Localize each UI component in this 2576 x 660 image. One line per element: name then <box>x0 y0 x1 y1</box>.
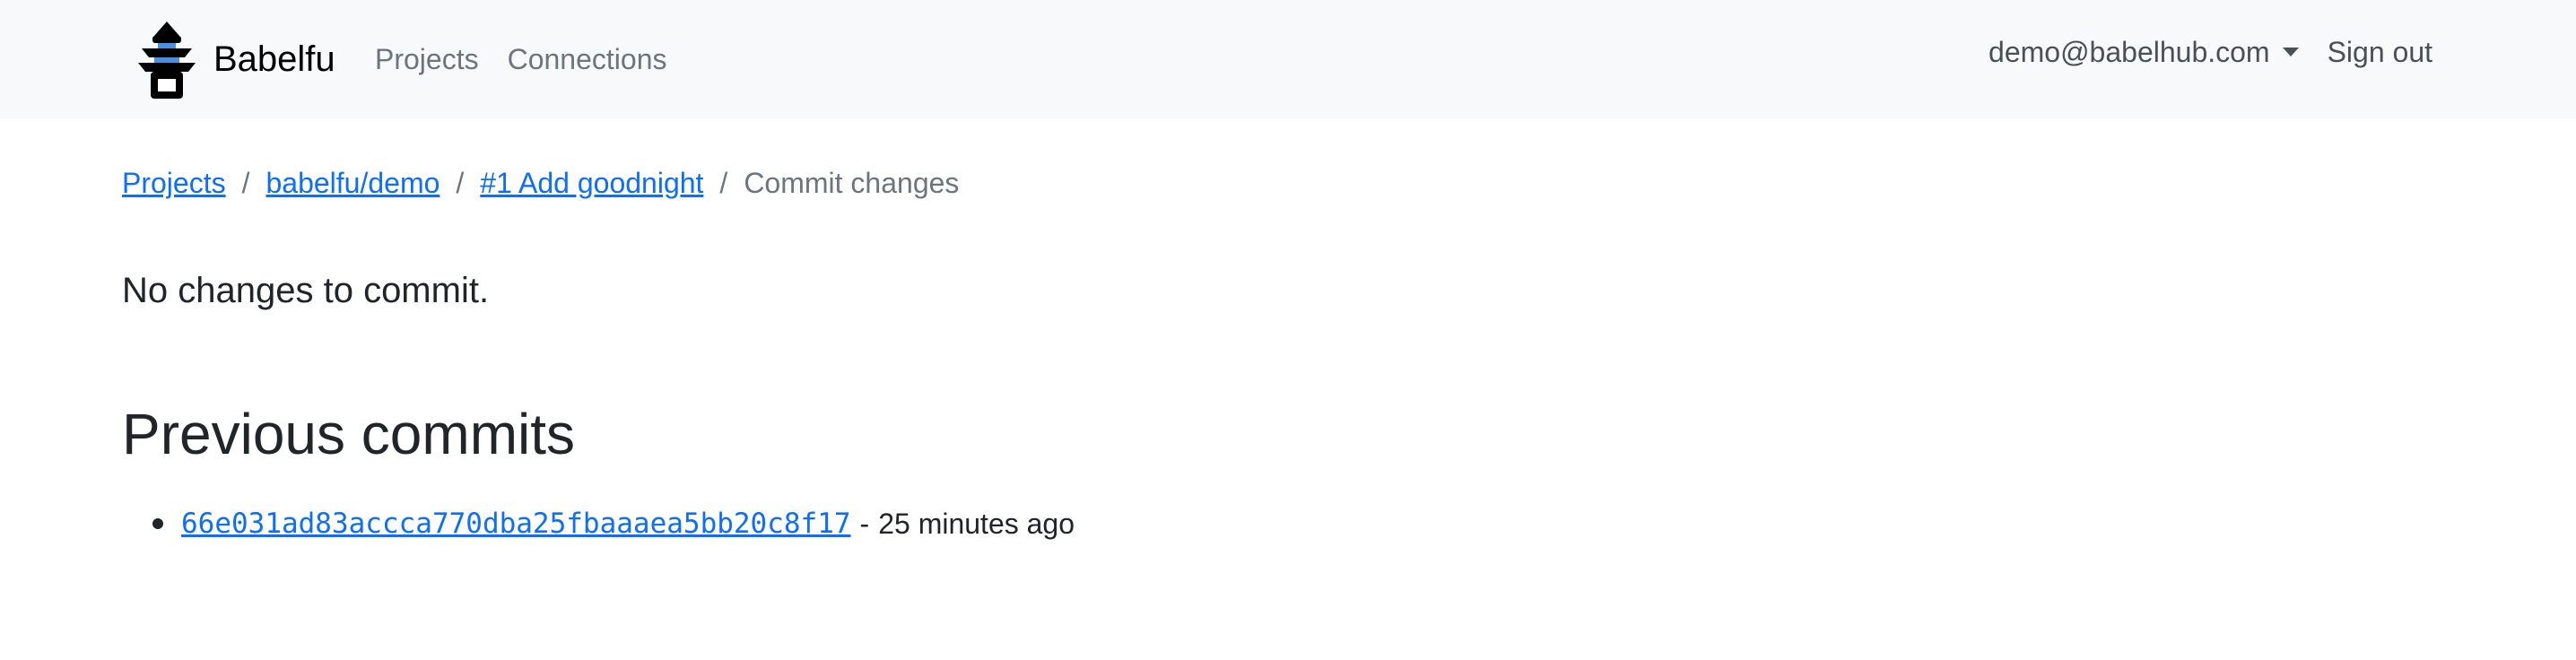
brand-name: Babelfu <box>213 39 335 79</box>
breadcrumb: Projects / babelfu/demo / #1 Add goodnig… <box>122 163 959 203</box>
breadcrumb-separator: / <box>241 167 250 199</box>
breadcrumb-current: Commit changes <box>744 167 960 199</box>
status-message: No changes to commit. <box>122 271 490 310</box>
commit-hash-link[interactable]: 66e031ad83accca770dba25fbaaaea5bb20c8f17 <box>181 502 851 545</box>
nav-link-projects[interactable]: Projects <box>375 39 479 79</box>
top-navbar: Babelfu Projects Connections demo@babelh… <box>0 0 2576 118</box>
breadcrumb-separator: / <box>719 167 728 199</box>
breadcrumb-separator: / <box>456 167 465 199</box>
sign-out-link[interactable]: Sign out <box>2328 32 2432 72</box>
brand-link[interactable]: Babelfu <box>131 16 335 102</box>
pagoda-logo-icon <box>138 22 196 99</box>
nav-right: demo@babelhub.com Sign out <box>1989 32 2432 72</box>
nav-link-connections[interactable]: Connections <box>508 39 667 79</box>
commit-separator: - <box>859 508 870 540</box>
breadcrumb-pull-request[interactable]: #1 Add goodnight <box>480 163 703 203</box>
list-item: 66e031ad83accca770dba25fbaaaea5bb20c8f17… <box>122 502 1075 545</box>
breadcrumb-projects[interactable]: Projects <box>122 163 226 203</box>
caret-down-icon <box>2282 48 2299 56</box>
bullet-icon <box>152 518 163 529</box>
previous-commits-heading: Previous commits <box>122 402 575 466</box>
commit-time: 25 minutes ago <box>878 508 1075 540</box>
user-email: demo@babelhub.com <box>1989 36 2270 68</box>
commit-list: 66e031ad83accca770dba25fbaaaea5bb20c8f17… <box>122 502 1075 545</box>
user-menu-dropdown[interactable]: demo@babelhub.com <box>1989 32 2299 72</box>
breadcrumb-repo[interactable]: babelfu/demo <box>265 163 439 203</box>
nav-links: Projects Connections <box>375 39 666 79</box>
